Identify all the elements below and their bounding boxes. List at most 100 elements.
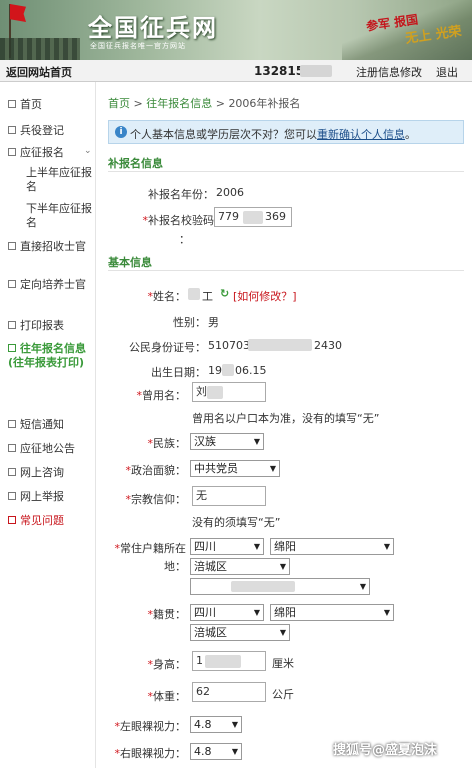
- height-unit: 厘米: [272, 657, 294, 670]
- religion-field[interactable]: 无: [192, 486, 266, 506]
- divider: [108, 171, 464, 172]
- source-watermark: 搜狐号@盛夏泡沫: [333, 743, 438, 758]
- sidebar-item-direct-nco[interactable]: 直接招收士官: [8, 240, 94, 254]
- refresh-icon[interactable]: ↻: [220, 287, 229, 300]
- code-label-text: 补报名校验码: [148, 214, 214, 227]
- document-icon: [8, 148, 16, 156]
- sidebar-item-consult[interactable]: 网上咨询: [8, 466, 94, 480]
- ethnicity-value: 汉族: [194, 435, 216, 448]
- sidebar-item-label: 定向培养士官: [20, 278, 86, 291]
- breadcrumb-home[interactable]: 首页: [108, 97, 130, 110]
- breadcrumb-separator: >: [133, 97, 143, 110]
- residence-street-mask: [231, 581, 295, 592]
- left-eye-label-text: 左眼裸视力：: [120, 720, 186, 733]
- residence-label-line-1: *常住户籍所在: [114, 542, 187, 555]
- birth-date-tail: 06.15: [235, 364, 267, 377]
- sidebar-item-print-report[interactable]: 打印报表: [8, 319, 94, 333]
- site-banner: 全国征兵网 全国征兵报名唯一官方网站 参军 报国 无上 光荣: [0, 0, 472, 60]
- dropdown-arrow-icon: ▼: [279, 628, 286, 637]
- native-city-value: 绵阳: [274, 606, 296, 619]
- political-status-label-text: 政治面貌：: [131, 464, 186, 477]
- weight-value: 62: [196, 685, 210, 698]
- sidebar-item-label: 直接招收士官: [20, 240, 86, 253]
- reconfirm-info-link[interactable]: 重新确认个人信息: [317, 128, 405, 141]
- native-city-select[interactable]: 绵阳 ▼: [270, 604, 394, 621]
- ethnicity-label-text: 民族：: [153, 437, 186, 450]
- religion-hint: 没有的须填写“无”: [192, 516, 281, 529]
- notice-text-after: 。: [405, 128, 416, 141]
- native-district-select[interactable]: 涪城区 ▼: [190, 624, 290, 641]
- birth-date-label: 出生日期：: [151, 366, 206, 379]
- political-status-select[interactable]: 中共党员 ▼: [190, 460, 280, 477]
- year-label: 补报名年份：: [148, 188, 214, 201]
- document-icon: [8, 468, 16, 476]
- document-icon: [8, 444, 16, 452]
- right-eye-value: 4.8: [194, 745, 212, 758]
- document-icon: [8, 492, 16, 500]
- name-label: *姓名：: [147, 290, 187, 303]
- breadcrumb-past-registration[interactable]: 往年报名信息: [146, 97, 212, 110]
- sidebar-item-enlistment[interactable]: 应征报名: [8, 146, 94, 160]
- code-label: *补报名校验码: [142, 214, 215, 227]
- sidebar-item-label: 兵役登记: [20, 124, 64, 137]
- how-to-change-link[interactable]: [如何修改？]: [233, 288, 297, 304]
- dropdown-arrow-icon: ▼: [383, 542, 390, 551]
- sidebar-item-military-registration[interactable]: 兵役登记: [8, 124, 94, 138]
- gender-label: 性别：: [173, 316, 206, 329]
- former-name-mask: [207, 386, 223, 399]
- native-province-select[interactable]: 四川 ▼: [190, 604, 264, 621]
- residence-district-select[interactable]: 涪城区 ▼: [190, 558, 290, 575]
- sidebar-item-report[interactable]: 网上举报: [8, 490, 94, 504]
- sidebar-subitem-second-half[interactable]: 下半年应征报名: [26, 202, 92, 230]
- dropdown-arrow-icon: ▼: [279, 562, 286, 571]
- residence-city-select[interactable]: 绵阳 ▼: [270, 538, 394, 555]
- id-number-head: 510703: [208, 339, 250, 352]
- height-field[interactable]: 1: [192, 651, 266, 671]
- user-phone: 132815: [254, 64, 305, 78]
- weight-field[interactable]: 62: [192, 682, 266, 702]
- soldiers-image: [0, 38, 80, 60]
- sidebar-item-announcement[interactable]: 应征地公告: [8, 442, 94, 456]
- ethnicity-select[interactable]: 汉族 ▼: [190, 433, 264, 450]
- sidebar-item-label: 往年报名信息(往年报表打印): [8, 342, 86, 369]
- name-mask: [188, 288, 200, 300]
- id-number-label: 公民身份证号：: [129, 341, 206, 354]
- sidebar-subitem-first-half[interactable]: 上半年应征报名: [26, 166, 92, 194]
- height-label-text: 身高：: [153, 658, 186, 671]
- sidebar-item-label: 应征报名: [20, 146, 64, 159]
- native-place-label: *籍贯：: [147, 608, 187, 621]
- sidebar-item-home[interactable]: 首页: [8, 98, 94, 112]
- left-eye-select[interactable]: 4.8 ▼: [190, 716, 242, 733]
- section-basic-title: 基本信息: [108, 256, 152, 269]
- sidebar-item-sms-notice[interactable]: 短信通知: [8, 418, 94, 432]
- residence-province-select[interactable]: 四川 ▼: [190, 538, 264, 555]
- residence-district-value: 涪城区: [194, 560, 227, 573]
- verification-code-field[interactable]: 779 369: [214, 207, 292, 227]
- native-province-value: 四川: [194, 606, 216, 619]
- weight-label-text: 体重：: [153, 690, 186, 703]
- ethnicity-label: *民族：: [147, 437, 187, 450]
- site-logo-title[interactable]: 全国征兵网: [88, 8, 218, 43]
- sidebar-item-faq[interactable]: 常见问题: [8, 514, 94, 528]
- right-eye-select[interactable]: 4.8 ▼: [190, 743, 242, 760]
- site-logo-subtitle: 全国征兵报名唯一官方网站: [90, 42, 186, 50]
- printer-icon: [8, 321, 16, 329]
- back-home-link[interactable]: 返回网站首页: [6, 64, 72, 80]
- residence-street-select[interactable]: ▼: [190, 578, 370, 595]
- birth-date-head: 19: [208, 364, 222, 377]
- left-eye-value: 4.8: [194, 718, 212, 731]
- religion-label-text: 宗教信仰：: [131, 493, 186, 506]
- former-name-label: *曾用名：: [136, 389, 187, 402]
- left-eye-label: *左眼裸视力：: [114, 720, 187, 733]
- birth-date-mask: [222, 364, 234, 376]
- logout-link[interactable]: 退出: [436, 64, 458, 80]
- height-label: *身高：: [147, 658, 187, 671]
- top-bar: 返回网站首页 132815 注册信息修改 退出: [0, 60, 472, 82]
- chevron-down-icon[interactable]: ⌄: [84, 146, 92, 156]
- former-name-field[interactable]: 刘: [192, 382, 266, 402]
- edit-registration-link[interactable]: 注册信息修改: [356, 64, 422, 80]
- sidebar-item-directed-nco[interactable]: 定向培养士官: [8, 278, 94, 292]
- sidebar-item-label: 网上咨询: [20, 466, 64, 479]
- sidebar-item-past-registration[interactable]: 往年报名信息(往年报表打印): [8, 342, 94, 370]
- dropdown-arrow-icon: ▼: [231, 720, 238, 729]
